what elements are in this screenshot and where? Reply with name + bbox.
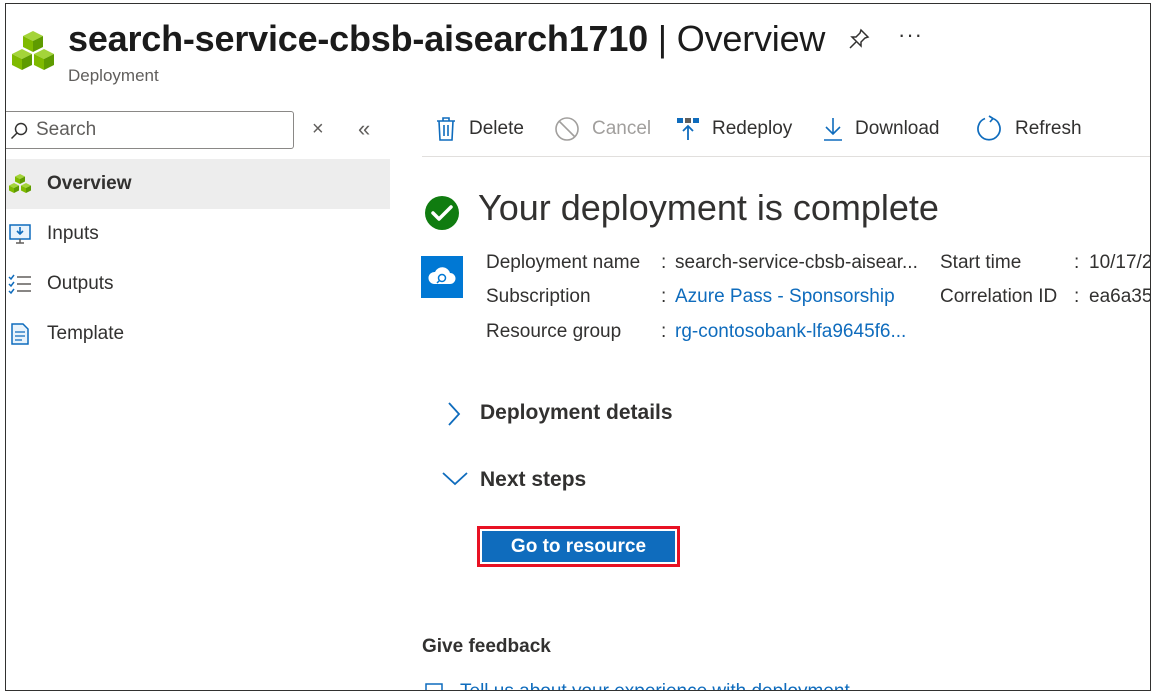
- success-check-icon: [425, 196, 459, 230]
- start-time-label: Start time: [940, 252, 1022, 273]
- start-time-value: 10/17/2: [1089, 252, 1151, 273]
- cancel-icon: [555, 117, 579, 141]
- clear-search-icon[interactable]: ×: [312, 118, 324, 141]
- feedback-link[interactable]: Tell us about your experience with deplo…: [460, 681, 850, 690]
- sidebar-item-label: Outputs: [47, 273, 114, 294]
- toolbar-divider: [422, 156, 1150, 157]
- deployment-details-toggle[interactable]: Deployment details: [446, 399, 746, 429]
- give-feedback-heading: Give feedback: [422, 636, 551, 657]
- trash-icon: [437, 117, 455, 141]
- colon: :: [1074, 286, 1080, 307]
- page-name: Overview: [676, 18, 826, 59]
- refresh-button[interactable]: Refresh: [975, 114, 1082, 144]
- more-options-icon[interactable]: ···: [898, 22, 923, 48]
- sidebar-item-outputs[interactable]: Outputs: [6, 259, 390, 309]
- outputs-list-icon: [8, 274, 31, 295]
- chevron-down-icon: [442, 472, 468, 486]
- deployment-cubes-icon: [9, 174, 31, 193]
- deployment-name-value: search-service-cbsb-aisear...: [675, 252, 918, 273]
- resource-name: search-service-cbsb-aisearch1710: [68, 18, 648, 59]
- sidebar-item-label: Inputs: [47, 223, 99, 244]
- deployment-status-heading: Your deployment is complete: [478, 187, 939, 228]
- download-button[interactable]: Download: [823, 114, 940, 144]
- deployment-cloud-icon: [421, 256, 463, 298]
- correlation-id-value: ea6a35: [1089, 286, 1151, 307]
- chevron-right-icon: [448, 402, 461, 426]
- go-to-resource-label: Go to resource: [482, 531, 675, 562]
- deployment-details-label: Deployment details: [480, 401, 673, 424]
- resource-type-subtitle: Deployment: [68, 66, 159, 85]
- deployment-resource-icon: [12, 31, 54, 70]
- sidebar-item-label: Template: [47, 323, 125, 344]
- sidebar-item-template[interactable]: Template: [6, 309, 390, 359]
- resource-group-label: Resource group: [486, 321, 622, 342]
- deployment-name-label: Deployment name: [486, 252, 641, 273]
- cancel-button[interactable]: Cancel: [554, 114, 651, 144]
- sidebar-search[interactable]: [6, 111, 294, 149]
- search-icon: [10, 122, 28, 140]
- correlation-id-label: Correlation ID: [940, 286, 1058, 307]
- feedback-icon: [425, 683, 443, 690]
- page-title: search-service-cbsb-aisearch1710 | Overv…: [68, 18, 825, 60]
- refresh-label: Refresh: [1015, 118, 1082, 139]
- resource-group-link[interactable]: rg-contosobank-lfa9645f6...: [675, 321, 906, 343]
- portal-window: search-service-cbsb-aisearch1710 | Overv…: [5, 3, 1151, 691]
- download-icon: [824, 118, 842, 141]
- redeploy-icon: [677, 118, 699, 140]
- colon: :: [661, 252, 667, 273]
- delete-label: Delete: [469, 118, 524, 139]
- download-label: Download: [855, 118, 940, 139]
- colon: :: [661, 286, 667, 307]
- pin-icon[interactable]: [848, 28, 870, 50]
- next-steps-toggle[interactable]: Next steps: [442, 466, 742, 496]
- template-document-icon: [11, 323, 29, 345]
- cancel-label: Cancel: [592, 118, 652, 139]
- colon: :: [661, 321, 667, 342]
- delete-button[interactable]: Delete: [435, 114, 524, 144]
- title-separator: |: [648, 18, 677, 59]
- inputs-icon: [9, 224, 31, 244]
- sidebar-item-overview[interactable]: Overview: [6, 159, 390, 209]
- collapse-sidebar-icon[interactable]: «: [358, 116, 370, 142]
- sidebar-item-label: Overview: [47, 173, 132, 194]
- subscription-link[interactable]: Azure Pass - Sponsorship: [675, 286, 895, 308]
- sidebar-item-inputs[interactable]: Inputs: [6, 209, 390, 259]
- search-input[interactable]: [36, 118, 276, 142]
- next-steps-label: Next steps: [480, 468, 587, 491]
- refresh-icon: [977, 115, 1001, 141]
- go-to-resource-button[interactable]: Go to resource: [477, 526, 680, 567]
- redeploy-label: Redeploy: [712, 118, 793, 139]
- colon: :: [1074, 252, 1080, 273]
- redeploy-button[interactable]: Redeploy: [676, 114, 792, 144]
- subscription-label: Subscription: [486, 286, 591, 307]
